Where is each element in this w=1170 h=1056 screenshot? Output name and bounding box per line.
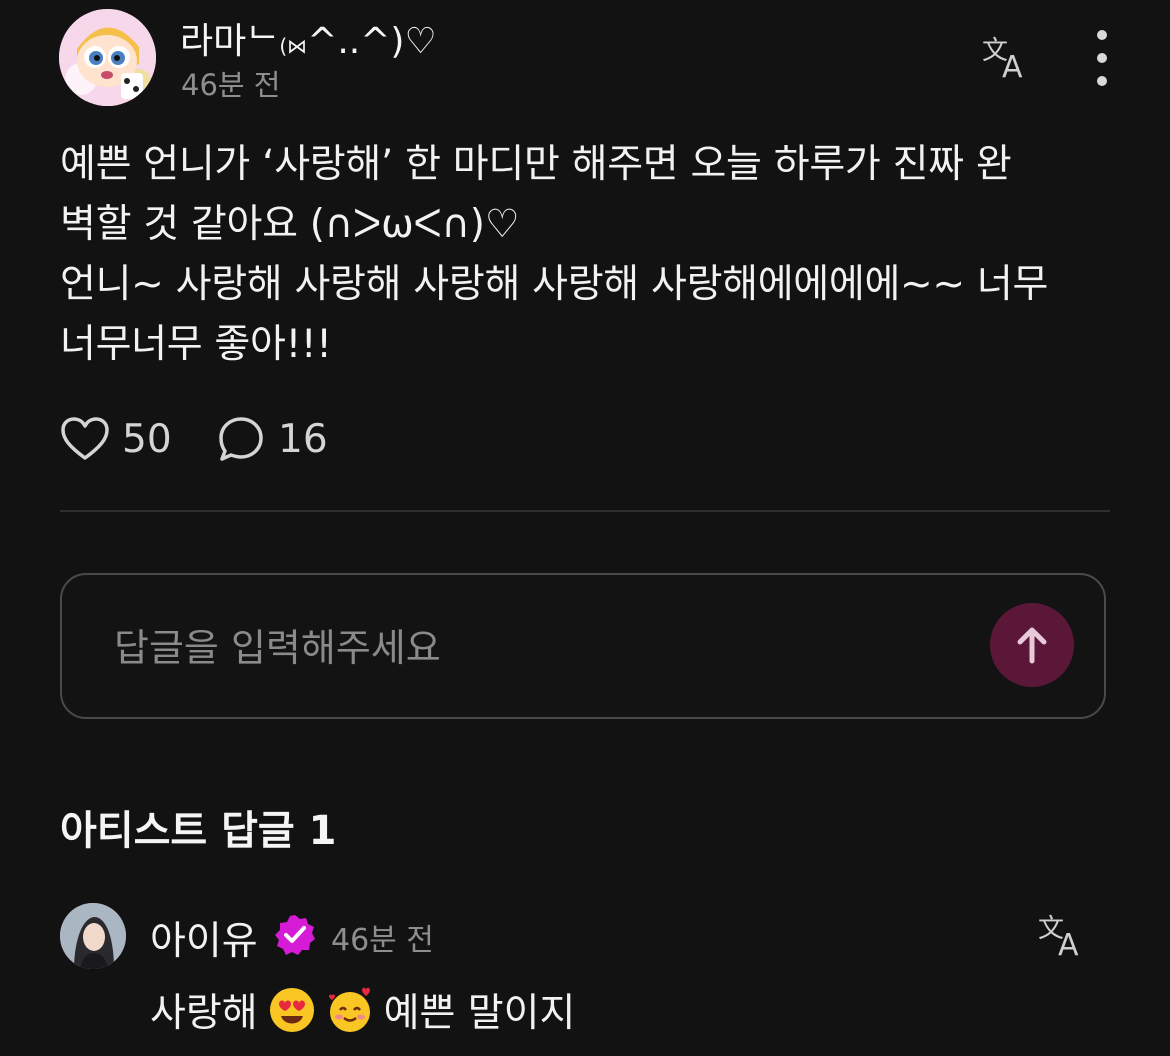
more-options-button[interactable]: [1082, 30, 1122, 86]
arrow-up-icon: [1017, 627, 1047, 664]
comment-count: 16: [278, 416, 328, 462]
author-name-tail: ^..^)♡: [307, 21, 437, 62]
post-body: 예쁜 언니가 ‘사랑해’ 한 마디만 해주면 오늘 하루가 진짜 완 벽할 것 …: [60, 142, 1049, 367]
divider: [60, 510, 1110, 512]
reply-input[interactable]: [112, 617, 916, 679]
reply-text: 사랑해 예쁜 말이지: [150, 982, 575, 1038]
author-name-main: 라마ᄂ: [180, 21, 280, 62]
svg-text:A: A: [1058, 928, 1079, 959]
more-vertical-icon: [1097, 30, 1107, 40]
reply-translate-button[interactable]: 文 A: [1034, 910, 1090, 960]
reply-box: [60, 573, 1106, 719]
artist-avatar[interactable]: [60, 903, 126, 969]
artist-name[interactable]: 아이유: [150, 910, 258, 966]
post-timestamp: 46분 전: [181, 68, 281, 102]
send-button[interactable]: [990, 603, 1074, 687]
reply-timestamp: 46분 전: [331, 923, 434, 958]
author-name[interactable]: 라마ᄂ(⋈^..^)♡: [180, 12, 437, 64]
svg-text:A: A: [1002, 50, 1023, 81]
author-name-small: (⋈: [279, 34, 308, 58]
like-count: 50: [122, 416, 172, 462]
author-avatar[interactable]: [59, 9, 156, 106]
heart-eyes-emoji: [269, 988, 314, 1032]
heart-icon: [61, 417, 109, 460]
like-button[interactable]: 50: [60, 413, 172, 465]
verified-badge-icon: [273, 913, 317, 957]
artist-replies-title: 아티스트 답글 1: [60, 808, 337, 854]
comment-button[interactable]: 16: [216, 413, 328, 465]
translate-icon: 文 A: [982, 36, 1023, 81]
translate-icon: 文 A: [1038, 914, 1079, 959]
translate-button[interactable]: 文 A: [978, 32, 1034, 82]
reply-text-before: 사랑해: [150, 991, 258, 1036]
reply-text-after: 예쁜 말이지: [383, 991, 576, 1036]
speech-bubble-icon: [219, 417, 263, 461]
smiling-face-with-hearts-emoji: [328, 987, 370, 1032]
